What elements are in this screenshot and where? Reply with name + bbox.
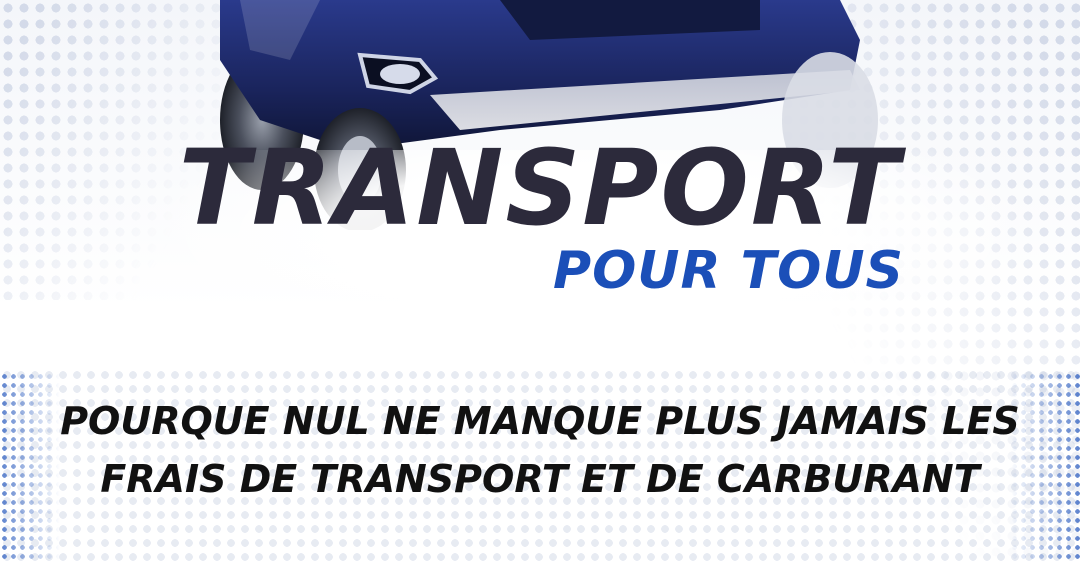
page-subtitle: POUR TOUS [552,241,904,301]
tagline-line-2: FRAIS DE TRANSPORT ET DE CARBURANT [100,457,980,501]
tagline: POURQUE NUL NE MANQUE PLUS JAMAIS LES FR… [0,392,1080,508]
tagline-line-1: POURQUE NUL NE MANQUE PLUS JAMAIS LES [60,399,1020,443]
banner: TRANSPORT POUR TOUS POURQUE NUL NE MANQU… [0,0,1080,562]
page-title: TRANSPORT [178,127,902,249]
